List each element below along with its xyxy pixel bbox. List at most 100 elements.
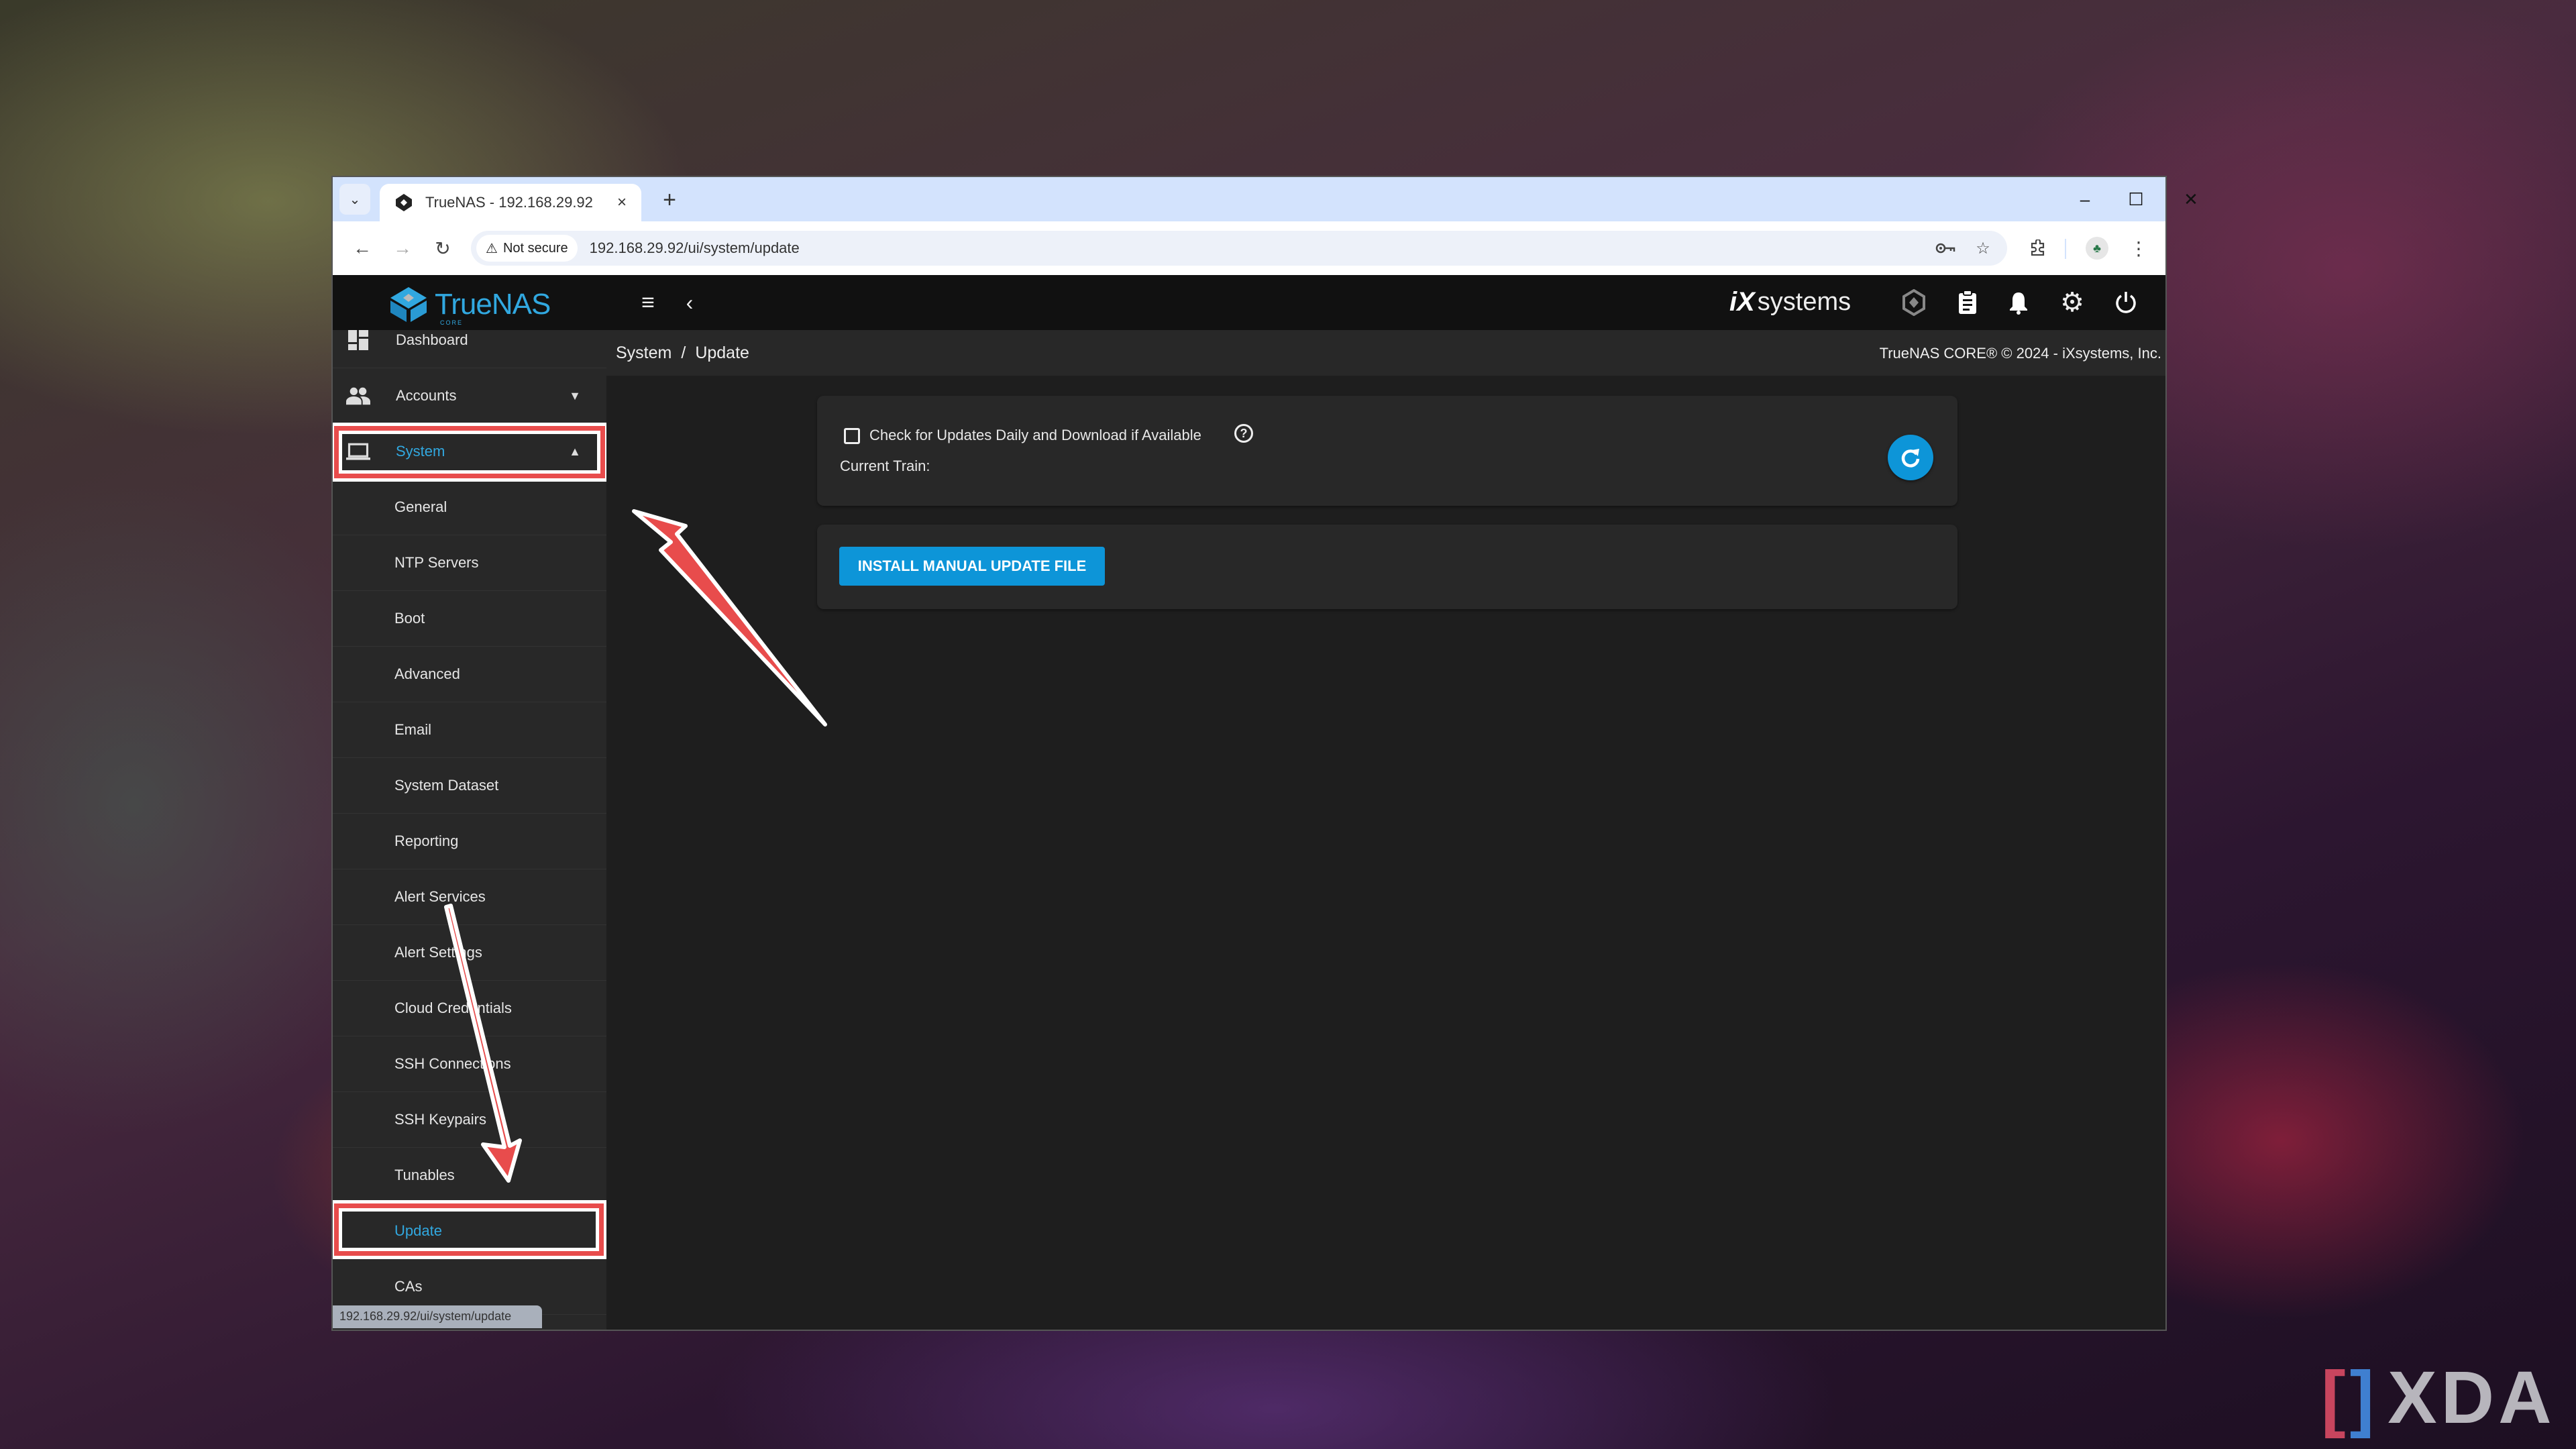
sidebar-subitem-alert-settings[interactable]: Alert Settings (333, 925, 606, 981)
menu-toggle-button[interactable]: ≡ (633, 286, 663, 319)
breadcrumb-system[interactable]: System (616, 343, 672, 363)
task-manager-button[interactable] (1951, 286, 1984, 319)
logo-subtitle: CORE (440, 319, 464, 326)
arrow-right-icon: → (393, 237, 412, 258)
truenas-logo-icon (390, 287, 427, 322)
app-header: TrueNAS CORE ≡ ‹ iX systems ⚙ (333, 275, 2165, 330)
sidebar-item-label: Dashboard (396, 331, 468, 348)
sidebar-subitem-general[interactable]: General (333, 480, 606, 535)
sidebar-subitem-ssh-connections[interactable]: SSH Connections (333, 1036, 606, 1092)
sidebar-item-label: CAs (394, 1278, 423, 1295)
ix-logo-text: systems (1757, 288, 1851, 316)
manual-update-card: INSTALL MANUAL UPDATE FILE (817, 525, 1957, 609)
power-button[interactable] (2109, 286, 2143, 319)
sidebar-subitem-cloud-credentials[interactable]: Cloud Credentials (333, 981, 606, 1036)
sidebar-subitem-system-dataset[interactable]: System Dataset (333, 758, 606, 814)
profile-avatar[interactable]: ♣ (2084, 231, 2110, 266)
caret-down-icon: ▼ (569, 388, 581, 402)
tab-bar: ⌄ TrueNAS - 192.168.29.92 × + – ☐ (333, 177, 2165, 221)
chevron-down-icon: ⌄ (349, 192, 361, 207)
sidebar-subitem-advanced[interactable]: Advanced (333, 647, 606, 702)
install-manual-update-button[interactable]: INSTALL MANUAL UPDATE FILE (839, 547, 1105, 586)
sidebar-item-label: Boot (394, 610, 425, 627)
alerts-button[interactable] (2002, 286, 2035, 319)
sidebar-subitem-tunables[interactable]: Tunables (333, 1148, 606, 1203)
sidebar-subitem-alert-services[interactable]: Alert Services (333, 869, 606, 925)
sidebar-subitem-reporting[interactable]: Reporting (333, 814, 606, 869)
people-icon (346, 384, 370, 408)
clipboard-icon (1959, 290, 1976, 314)
back-button[interactable]: ← (347, 233, 377, 263)
watermark-text: XDA (2387, 1356, 2556, 1439)
copyright-text: TrueNAS CORE® © 2024 - iXsystems, Inc. (1879, 345, 2161, 362)
password-key-icon[interactable] (1932, 231, 1959, 266)
power-icon (2116, 292, 2136, 313)
help-circle-icon[interactable]: ? (1234, 424, 1253, 443)
auto-check-updates-checkbox[interactable] (844, 428, 860, 444)
address-bar-row: ← → ↻ ⚠ Not secure 192.168.29.92/ui/syst… (333, 221, 2165, 275)
forward-button[interactable]: → (388, 233, 417, 263)
sidebar-item-label: Alert Services (394, 888, 486, 905)
highlight-box-update (333, 1200, 606, 1259)
sidebar-item-label: Advanced (394, 665, 460, 682)
extensions-puzzle-icon[interactable] (2025, 231, 2051, 266)
breadcrumb-update: Update (695, 343, 749, 362)
collapse-sidebar-button[interactable]: ‹ (676, 286, 703, 319)
truenas-favicon-icon (396, 194, 412, 211)
truenas-logo[interactable]: TrueNAS CORE (388, 286, 551, 326)
sidebar-subitem-ntp-servers[interactable]: NTP Servers (333, 535, 606, 591)
sidebar-item-dashboard[interactable]: Dashboard (333, 330, 606, 368)
breadcrumb: System / Update (616, 343, 749, 363)
sidebar-item-label: Alert Settings (394, 944, 482, 961)
browser-window: ⌄ TrueNAS - 192.168.29.92 × + – ☐ ✕ ← → (333, 177, 2198, 1330)
warning-triangle-icon: ⚠ (486, 241, 498, 256)
minimize-button[interactable]: – (2065, 184, 2105, 215)
dashboard-icon (346, 330, 370, 352)
url-text[interactable]: 192.168.29.92/ui/system/update (590, 239, 800, 257)
breadcrumb-separator: / (681, 343, 686, 362)
tab-search-button[interactable]: ⌄ (339, 184, 370, 215)
sidebar-item-label: Tunables (394, 1167, 455, 1183)
sidebar-item-label: Cloud Credentials (394, 1000, 512, 1016)
logo-text: TrueNAS (435, 288, 551, 321)
truecommand-button[interactable] (1897, 286, 1931, 319)
ixsystems-logo[interactable]: iX systems (1729, 287, 1851, 317)
auto-check-updates-label[interactable]: Check for Updates Daily and Download if … (869, 427, 1201, 444)
arrow-left-icon: ← (353, 237, 372, 258)
tab-close-button[interactable]: × (617, 193, 627, 212)
ix-logo-mark: iX (1729, 287, 1755, 317)
sidebar-item-label: General (394, 498, 447, 515)
sidebar-subitem-email[interactable]: Email (333, 702, 606, 758)
bell-icon (2010, 292, 2027, 315)
browser-tab-active[interactable]: TrueNAS - 192.168.29.92 × (380, 184, 641, 221)
sidebar-subitem-boot[interactable]: Boot (333, 591, 606, 647)
refresh-updates-button[interactable] (1888, 435, 1933, 480)
watermark-bracket-left: [ (2321, 1356, 2350, 1439)
xda-watermark: [ ] XDA (2321, 1355, 2556, 1440)
settings-button[interactable]: ⚙ (2055, 286, 2089, 319)
site-info-chip[interactable]: ⚠ Not secure (476, 235, 578, 262)
chevron-left-icon: ‹ (686, 290, 694, 315)
link-status-bubble: 192.168.29.92/ui/system/update (333, 1305, 542, 1328)
truecommand-icon (1902, 289, 1925, 316)
gear-icon: ⚙ (2060, 288, 2084, 317)
omnibox[interactable]: ⚠ Not secure 192.168.29.92/ui/system/upd… (471, 231, 2007, 266)
sidebar-item-label: NTP Servers (394, 554, 479, 571)
browser-menu-button[interactable]: ⋮ (2125, 231, 2152, 266)
sidebar-item-label: Email (394, 721, 432, 738)
bookmark-star-icon[interactable]: ☆ (1970, 231, 1996, 266)
main-content: Check for Updates Daily and Download if … (606, 376, 2165, 1330)
breadcrumb-bar: System / Update TrueNAS CORE® © 2024 - i… (606, 330, 2165, 376)
close-window-button[interactable]: ✕ (2171, 184, 2211, 215)
sidebar-item-label: Accounts (396, 387, 457, 404)
tab-title: TrueNAS - 192.168.29.92 (425, 194, 593, 211)
new-tab-button[interactable]: + (655, 186, 684, 213)
profile-avatar-icon: ♣ (2086, 237, 2108, 260)
sidebar-item-accounts[interactable]: Accounts ▼ (333, 368, 606, 424)
refresh-icon (1901, 449, 1920, 468)
reload-button[interactable]: ↻ (428, 233, 458, 263)
sidebar-subitem-ssh-keypairs[interactable]: SSH Keypairs (333, 1092, 606, 1148)
current-train-label: Current Train: (840, 458, 930, 474)
sidebar-item-label: SSH Keypairs (394, 1111, 486, 1128)
watermark-bracket-right: ] (2349, 1356, 2379, 1439)
